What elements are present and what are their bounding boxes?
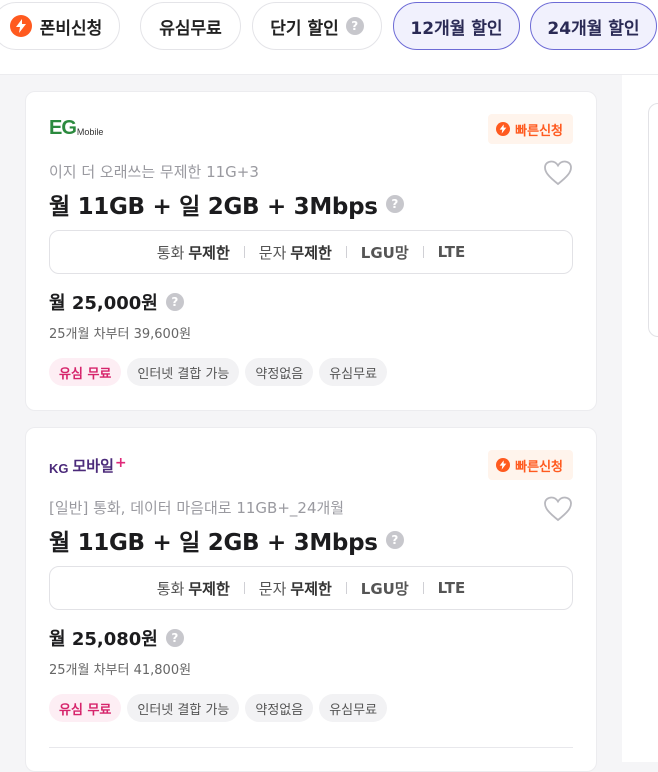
heart-icon[interactable] (544, 160, 572, 186)
divider (49, 747, 573, 748)
filter-chip-24-month-discount[interactable]: 24개월 할인 (530, 2, 657, 50)
filter-chip-label: 유심무료 (159, 18, 222, 39)
side-card (648, 103, 658, 337)
price-text: 월 25,080원 (49, 629, 158, 650)
filter-chip-free-usim[interactable]: 유심무료 (140, 2, 241, 50)
spec-type: LTE (437, 579, 466, 597)
price-after-promo: 25개월 차부터 39,600원 (49, 327, 192, 342)
plan-card[interactable]: KG 모바일 + 빠른신청 [일반] 통화, 데이터 마음대로 11GB+_24… (25, 427, 597, 772)
spec-sms: 문자 무제한 (258, 579, 332, 598)
plan-name: 이지 더 오래쓰는 무제한 11G+3 (49, 163, 259, 181)
tag: 인터넷 결합 가능 (127, 694, 240, 722)
tag-list: 유심 무료 인터넷 결합 가능 약정없음 유심무료 (49, 694, 393, 722)
lightning-icon (496, 122, 511, 136)
spec-call: 통화 무제한 (156, 579, 230, 598)
filter-chip-label: 폰비신청 (39, 18, 103, 39)
filter-chip-label: 단기 할인 (270, 18, 339, 39)
filter-chip-12-month-discount[interactable]: 12개월 할인 (393, 2, 520, 50)
fast-apply-badge[interactable]: 빠른신청 (488, 114, 573, 144)
plan-price: 월 25,080원 ? (49, 625, 184, 651)
tag: 유심 무료 (49, 694, 122, 722)
carrier-logo-kg-mobile: KG 모바일 + (49, 454, 127, 476)
heart-icon[interactable] (544, 496, 572, 522)
spec-box: 통화 무제한 문자 무제한 LGU망 LTE (49, 566, 573, 610)
plan-title-text: 월 11GB + 일 2GB + 3Mbps (49, 530, 378, 556)
spec-sms: 문자 무제한 (258, 243, 332, 262)
spec-divider (345, 582, 347, 594)
tag-list: 유심 무료 인터넷 결합 가능 약정없음 유심무료 (49, 358, 393, 386)
plan-title: 월 11GB + 일 2GB + 3Mbps ? (49, 187, 404, 221)
filter-chip-label: 12개월 할인 (410, 18, 503, 39)
tag: 인터넷 결합 가능 (127, 358, 240, 386)
plan-card[interactable]: EG Mobile 빠른신청 이지 더 오래쓰는 무제한 11G+3 월 11G… (25, 91, 597, 411)
spec-divider (422, 582, 424, 594)
fast-apply-label: 빠른신청 (515, 459, 563, 475)
tag: 유심무료 (319, 694, 388, 722)
spec-divider (243, 582, 245, 594)
logo-wordmark: KG (49, 461, 69, 476)
spec-call: 통화 무제한 (156, 243, 230, 262)
spec-box: 통화 무제한 문자 무제한 LGU망 LTE (49, 230, 573, 274)
spec-divider (345, 246, 347, 258)
filter-chip-label: 24개월 할인 (547, 18, 640, 39)
help-icon[interactable]: ? (385, 531, 404, 549)
logo-mark: + (114, 455, 127, 471)
tag: 유심 무료 (49, 358, 122, 386)
spec-type: LTE (437, 243, 466, 261)
fast-apply-badge[interactable]: 빠른신청 (488, 450, 573, 480)
plan-title: 월 11GB + 일 2GB + 3Mbps ? (49, 523, 404, 557)
help-icon[interactable]: ? (385, 195, 404, 213)
logo-subtext: 모바일 (72, 457, 114, 475)
help-icon[interactable]: ? (165, 629, 184, 647)
tag: 약정없음 (245, 694, 314, 722)
help-icon[interactable]: ? (345, 17, 364, 35)
price-after-promo: 25개월 차부터 41,800원 (49, 663, 192, 678)
filter-chip-short-discount[interactable]: 단기 할인 ? (252, 2, 382, 50)
plan-name: [일반] 통화, 데이터 마음대로 11GB+_24개월 (49, 499, 345, 517)
filter-chip-phone-apply[interactable]: 폰비신청 (0, 2, 120, 50)
filter-bar: 폰비신청 유심무료 단기 할인 ? 12개월 할인 24개월 할인 (0, 0, 658, 75)
lightning-icon (9, 15, 32, 37)
logo-wordmark: EG (49, 117, 77, 139)
plan-price: 월 25,000원 ? (49, 289, 184, 315)
logo-subtext: Mobile (76, 127, 104, 137)
spec-divider (243, 246, 245, 258)
carrier-logo-eg-mobile: EG Mobile (49, 117, 104, 140)
tag: 약정없음 (245, 358, 314, 386)
right-side-panel (622, 75, 658, 762)
spec-network: LGU망 (360, 579, 409, 598)
tag: 유심무료 (319, 358, 388, 386)
lightning-icon (496, 458, 511, 472)
plan-title-text: 월 11GB + 일 2GB + 3Mbps (49, 194, 378, 220)
help-icon[interactable]: ? (165, 293, 184, 311)
price-text: 월 25,000원 (49, 293, 158, 314)
spec-network: LGU망 (360, 243, 409, 262)
fast-apply-label: 빠른신청 (515, 123, 563, 139)
spec-divider (422, 246, 424, 258)
